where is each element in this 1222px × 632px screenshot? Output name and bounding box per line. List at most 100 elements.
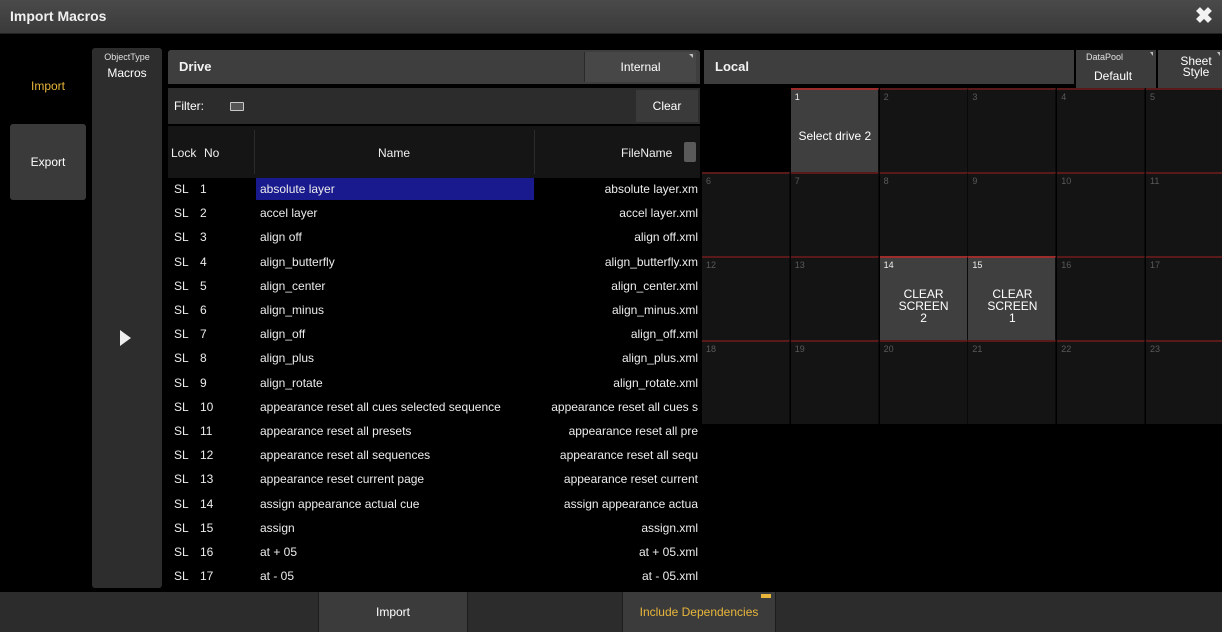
pool-cell[interactable]: 13 — [790, 256, 879, 340]
include-dependencies-button[interactable]: Include Dependencies — [622, 592, 776, 632]
table-row[interactable]: SL 7 align_off align_off.xml — [168, 323, 700, 345]
pool-cell[interactable]: 12 — [702, 256, 790, 340]
keyboard-icon[interactable] — [230, 102, 244, 111]
pool-cell[interactable]: 4 — [1057, 88, 1146, 172]
table-row[interactable]: SL 2 accel layer accel layer.xml — [168, 202, 700, 224]
pool-cell[interactable]: 23 — [1146, 340, 1222, 424]
cell-name: appearance reset all cues selected seque… — [260, 399, 501, 414]
sheet-style-button[interactable]: Sheet Style — [1158, 50, 1222, 88]
table-row[interactable]: SL 9 align_rotate align_rotate.xml — [168, 372, 700, 394]
pool-cell[interactable]: 10 — [1057, 172, 1146, 256]
table-row[interactable]: SL 1 absolute layer absolute layer.xm — [168, 178, 700, 200]
pool-cell-number: 13 — [794, 260, 805, 270]
cell-lock: SL — [174, 327, 189, 342]
cell-number: 6 — [200, 303, 207, 317]
column-header-name[interactable]: Name — [378, 146, 410, 160]
cell-number: 13 — [200, 472, 214, 487]
pool-cell[interactable]: 11 — [1146, 172, 1222, 256]
table-row[interactable]: SL 13 appearance reset current page appeara… — [168, 468, 700, 490]
pool-cell[interactable]: 16 — [1057, 256, 1146, 340]
table-row[interactable]: SL 14 assign appearance actual cue assign a… — [168, 493, 700, 515]
table-row[interactable]: SL 5 align_center align_center.xml — [168, 275, 700, 297]
cell-number: 3 — [200, 230, 207, 245]
cell-lock: SL — [174, 424, 189, 438]
close-icon[interactable]: ✖ — [1192, 4, 1216, 28]
pool-cell[interactable]: 17 — [1146, 256, 1222, 340]
pool-cell-label: CLEAR SCREEN 1 — [987, 287, 1038, 325]
cell-name: assign — [260, 520, 295, 535]
cell-lock: SL — [174, 254, 189, 269]
object-type-value: Macros — [107, 66, 147, 80]
cell-number: 15 — [200, 520, 214, 535]
include-dependencies-label: Include Dependencies — [639, 605, 759, 619]
cell-name: absolute layer — [256, 178, 534, 200]
cell-lock: SL — [174, 569, 189, 584]
pool-cell[interactable]: 8 — [879, 172, 968, 256]
filter-bar: Filter: Clear — [168, 88, 700, 124]
datapool-selector[interactable]: DataPool Default — [1076, 50, 1156, 88]
pool-cell[interactable]: 2 — [879, 88, 968, 172]
table-row[interactable]: SL 16 at + 05 at + 05.xml — [168, 541, 700, 563]
column-header-no[interactable]: No — [204, 146, 219, 160]
cell-lock: SL — [174, 230, 189, 245]
pool-cell[interactable]: 20 — [879, 340, 968, 424]
pool-cell[interactable]: 14 CLEAR SCREEN 2 — [879, 256, 968, 340]
cell-filename: at + 05.xml — [638, 545, 698, 559]
cell-filename: align_minus.xml — [611, 303, 698, 317]
filter-input[interactable] — [222, 92, 636, 120]
table-row[interactable]: SL 10 appearance reset all cues selected s… — [168, 396, 700, 418]
pool-cell-number: 11 — [1150, 176, 1160, 186]
cell-name: at + 05 — [260, 545, 298, 559]
pool-cell-number: 15 — [972, 260, 983, 270]
pool-cell[interactable]: 9 — [968, 172, 1057, 256]
table-row[interactable]: SL 11 appearance reset all presets appearan… — [168, 420, 700, 442]
table-row[interactable]: SL 6 align_minus align_minus.xml — [168, 299, 700, 321]
pool-cell[interactable]: 15 CLEAR SCREEN 1 — [968, 256, 1057, 340]
local-title: Local — [715, 59, 749, 74]
cell-number: 7 — [200, 327, 207, 342]
column-header-lock[interactable]: Lock — [171, 146, 196, 160]
scrollbar-thumb[interactable] — [684, 142, 696, 162]
pool-cell-number: 2 — [883, 92, 889, 102]
pool-cell[interactable]: 1 Select drive 2 — [790, 88, 879, 172]
footer-bar: Import Include Dependencies — [0, 592, 1222, 632]
pool-cell-number: 1 — [794, 92, 800, 102]
pool-cell-number: 8 — [883, 176, 889, 186]
cell-filename: assign appearance actua — [563, 496, 698, 511]
datapool-label: DataPool — [1086, 52, 1124, 62]
cell-filename: appearance reset all sequ — [559, 448, 698, 463]
table-row[interactable]: SL 15 assign assign.xml — [168, 517, 700, 539]
cell-filename: appearance reset all cues s — [551, 399, 698, 414]
clear-button[interactable]: Clear — [636, 90, 698, 122]
table-row[interactable]: SL 17 at - 05 at - 05.xml — [168, 565, 700, 587]
column-header-filename[interactable]: FileName — [621, 146, 672, 160]
tab-export[interactable]: Export — [10, 124, 86, 200]
cell-filename: absolute layer.xm — [604, 182, 698, 196]
tab-import[interactable]: Import — [10, 48, 86, 124]
import-button[interactable]: Import — [318, 592, 468, 632]
object-type-label: ObjectType — [104, 52, 150, 62]
cell-filename: assign.xml — [641, 520, 698, 535]
column-divider — [534, 130, 535, 174]
pool-cell[interactable]: 19 — [790, 340, 879, 424]
cell-number: 5 — [200, 278, 207, 293]
cell-number: 8 — [200, 351, 207, 366]
play-icon[interactable] — [120, 330, 131, 346]
table-row[interactable]: SL 8 align_plus align_plus.xml — [168, 347, 700, 369]
object-type-panel[interactable]: ObjectType Macros — [92, 48, 162, 588]
pool-cell-number: 23 — [1150, 344, 1161, 354]
drive-selector[interactable]: Internal — [584, 52, 696, 82]
pool-cell[interactable]: 6 — [702, 172, 790, 256]
table-row[interactable]: SL 3 align off align off.xml — [168, 226, 700, 248]
cell-filename: align_rotate.xml — [613, 375, 698, 390]
pool-cell[interactable]: 3 — [968, 88, 1057, 172]
pool-cell[interactable]: 21 — [968, 340, 1057, 424]
filter-label: Filter: — [174, 99, 204, 113]
table-row[interactable]: SL 12 appearance reset all sequences appear… — [168, 444, 700, 466]
pool-cell[interactable]: 22 — [1057, 340, 1146, 424]
pool-cell[interactable]: 5 — [1146, 88, 1222, 172]
pool-cell[interactable]: 18 — [702, 340, 790, 424]
cell-name: align_center — [260, 278, 326, 293]
pool-cell[interactable]: 7 — [790, 172, 879, 256]
table-row[interactable]: SL 4 align_butterfly align_butterfly.xm — [168, 251, 700, 273]
